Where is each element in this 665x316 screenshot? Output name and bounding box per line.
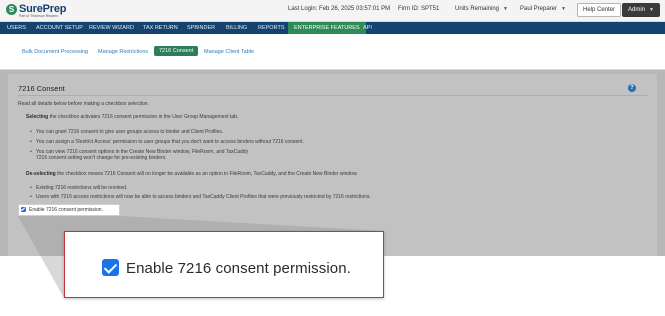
zoomed-consent-checkbox[interactable]	[102, 259, 119, 276]
zoomed-consent-label: Enable 7216 consent permission.	[126, 260, 351, 277]
